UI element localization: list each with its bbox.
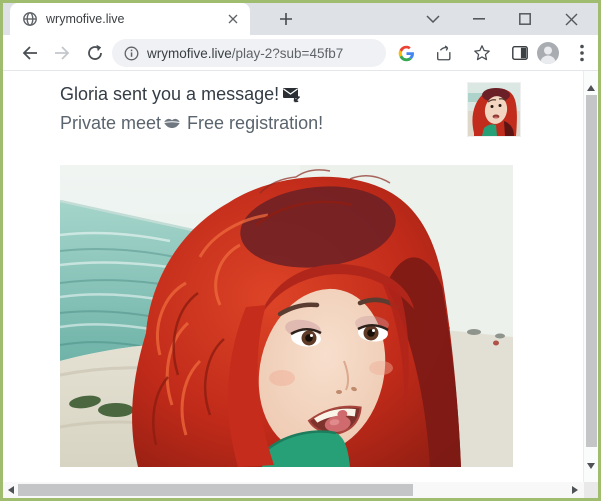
forward-arrow-icon[interactable]: [49, 40, 75, 66]
side-panel-icon[interactable]: [507, 40, 533, 66]
promo-headline: Private meet Free registration!: [60, 111, 323, 135]
share-icon[interactable]: [431, 40, 457, 66]
tab-title: wrymofive.live: [46, 12, 224, 26]
url-domain: wrymofive.live: [147, 46, 232, 61]
profile-photo-image[interactable]: [60, 165, 513, 467]
reload-icon[interactable]: [82, 40, 108, 66]
scrollbar-corner: [584, 482, 598, 498]
down-arrow-icon[interactable]: [587, 463, 595, 469]
promo-prefix-text: Private meet: [60, 111, 161, 135]
minimize-icon[interactable]: [456, 3, 502, 35]
browser-toolbar: wrymofive.live/play-2?sub=45fb7: [3, 35, 598, 71]
page-content: Gloria sent you a message! Private meet …: [3, 71, 598, 482]
window-controls: [410, 3, 594, 35]
message-headline-text: Gloria sent you a message!: [60, 82, 279, 106]
menu-dots-icon[interactable]: [569, 40, 595, 66]
lips-icon: [163, 117, 181, 129]
back-arrow-icon[interactable]: [17, 40, 43, 66]
new-tab-button[interactable]: [272, 7, 300, 31]
close-icon[interactable]: [548, 3, 594, 35]
right-arrow-icon[interactable]: [572, 486, 578, 494]
up-arrow-icon[interactable]: [587, 85, 595, 91]
promo-suffix-text: Free registration!: [187, 111, 323, 135]
left-arrow-icon[interactable]: [8, 486, 14, 494]
vertical-scrollbar[interactable]: [583, 71, 598, 482]
vertical-scrollbar-thumb[interactable]: [586, 95, 597, 447]
sender-avatar-image: [468, 83, 520, 136]
profile-avatar-icon[interactable]: [535, 40, 561, 66]
browser-window: wrymofive.live: [0, 0, 601, 501]
horizontal-scrollbar-thumb[interactable]: [18, 484, 413, 496]
google-g-icon[interactable]: [393, 40, 419, 66]
message-headline: Gloria sent you a message!: [60, 82, 301, 106]
tab-close-icon[interactable]: [224, 10, 242, 28]
chevron-down-icon[interactable]: [410, 3, 456, 35]
address-bar[interactable]: wrymofive.live/play-2?sub=45fb7: [112, 39, 386, 67]
url-text: wrymofive.live/play-2?sub=45fb7: [147, 46, 343, 61]
envelope-arrow-icon: [282, 86, 301, 103]
maximize-icon[interactable]: [502, 3, 548, 35]
info-icon[interactable]: [124, 46, 139, 61]
globe-icon: [22, 11, 38, 27]
tab-strip: wrymofive.live: [3, 3, 598, 35]
horizontal-scrollbar[interactable]: [3, 482, 584, 498]
bookmark-star-icon[interactable]: [469, 40, 495, 66]
browser-tab[interactable]: wrymofive.live: [10, 3, 250, 35]
url-path: /play-2?sub=45fb7: [232, 46, 343, 61]
